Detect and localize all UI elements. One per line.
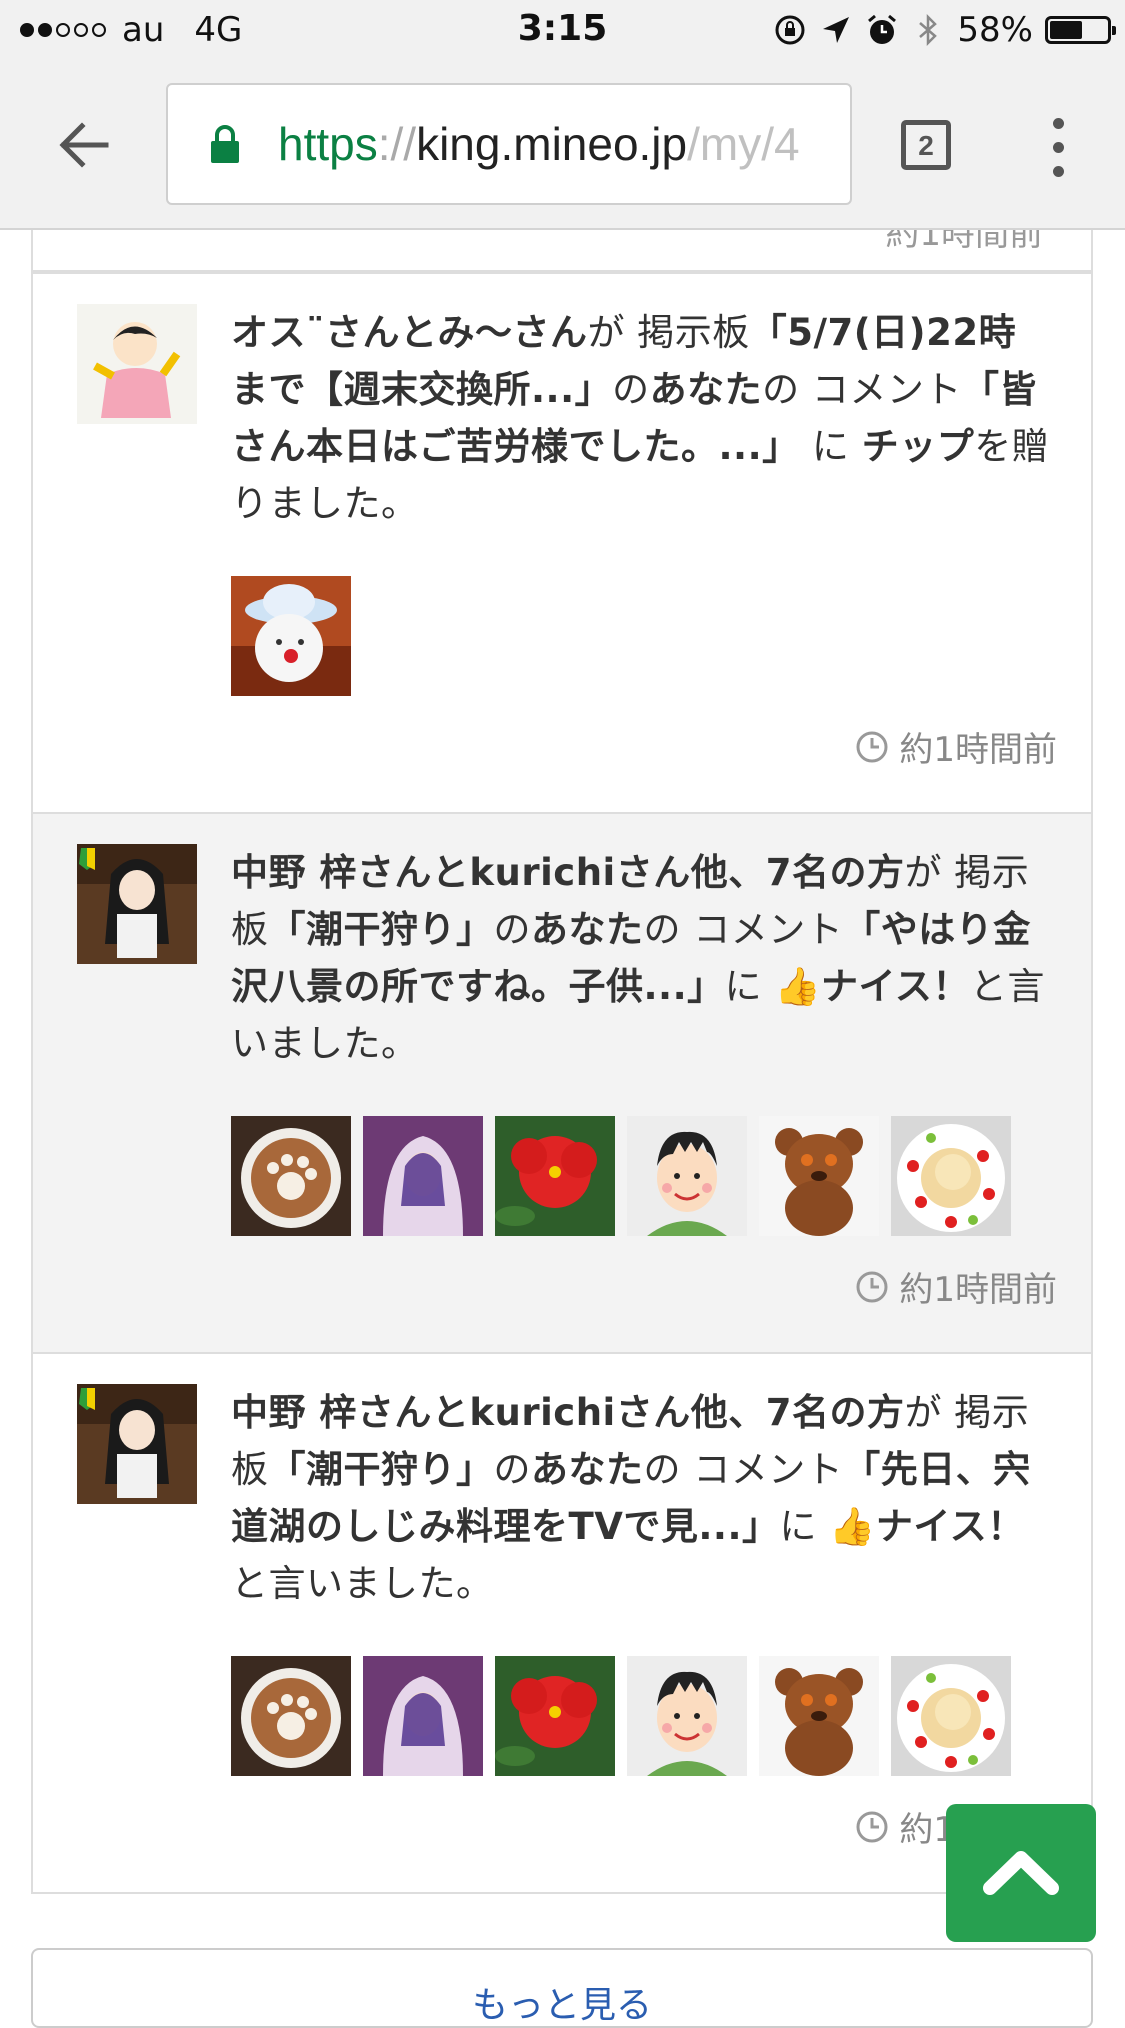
timestamp: 約1時間前 <box>231 1262 1057 1341</box>
message-segment: に <box>799 425 862 468</box>
rotation-lock-icon <box>775 15 805 45</box>
message-segment[interactable]: あなた <box>531 1448 644 1491</box>
message-segment: の <box>612 368 650 411</box>
notification-item: 中野 梓さんとkurichiさん他、7名の方が 掲示板「潮干狩り」のあなたの コ… <box>31 1354 1093 1894</box>
anime-girl-avatar-icon[interactable] <box>77 844 197 964</box>
message-segment[interactable]: あなた <box>650 368 763 411</box>
message-segment: の コメント <box>643 908 844 951</box>
notification-message[interactable]: 中野 梓さんとkurichiさん他、7名の方が 掲示板「潮干狩り」のあなたの コ… <box>231 1384 1051 1612</box>
clock-icon <box>856 1811 888 1842</box>
anime-girl-avatar-icon[interactable] <box>77 1384 197 1504</box>
tab-switcher-button[interactable]: 2 <box>901 120 951 170</box>
load-more-button[interactable]: もっと見る <box>31 1948 1093 2028</box>
lock-icon <box>211 125 239 163</box>
alarm-icon <box>868 14 897 44</box>
timestamp-label: 約1時間前 <box>899 1270 1057 1310</box>
browser-toolbar: https://king.mineo.jp/my/4 2 <box>0 62 1125 230</box>
url-scheme: https <box>278 118 378 170</box>
smiling-man-avatar-icon[interactable] <box>627 1656 747 1776</box>
pancake-avatar-icon[interactable] <box>891 1116 1011 1236</box>
hibiscus-avatar-icon[interactable] <box>495 1656 615 1776</box>
url-path: /my/4 <box>687 118 800 170</box>
notification-item: オス¨さんとみ〜さんが 掲示板「5/7(日)22時まで【週末交換所...」のあな… <box>31 272 1093 814</box>
message-segment: の コメント <box>762 368 962 411</box>
clock-icon <box>856 1271 888 1302</box>
timestamp: 約1時間前 <box>231 722 1057 801</box>
message-segment[interactable]: 中野 梓さんとkurichiさん他、7名の方 <box>231 851 904 894</box>
bluetooth-icon <box>919 13 938 47</box>
message-segment: と言いました。 <box>231 1562 494 1605</box>
message-segment: の コメント <box>643 1448 844 1491</box>
scroll-to-top-button[interactable] <box>946 1804 1096 1942</box>
latte-art-avatar-icon[interactable] <box>231 1116 351 1236</box>
message-segment: の <box>493 1448 531 1491</box>
message-segment: の <box>493 908 531 951</box>
notification-item: 中野 梓さんとkurichiさん他、7名の方が 掲示板「潮干狩り」のあなたの コ… <box>31 814 1093 1354</box>
notification-message[interactable]: 中野 梓さんとkurichiさん他、7名の方が 掲示板「潮干狩り」のあなたの コ… <box>231 844 1051 1072</box>
message-segment[interactable]: 中野 梓さんとkurichiさん他、7名の方 <box>231 1391 904 1434</box>
timestamp: 約1時間前 <box>231 1802 1057 1881</box>
thumbs-up-icon: 👍 <box>774 965 822 1008</box>
message-segment[interactable]: ナイス！ <box>821 965 970 1008</box>
notification-feed: 約1時間前 オス¨さんとみ〜さんが 掲示板「5/7(日)22時まで【週末交換所.… <box>31 230 1093 1894</box>
hibiscus-avatar-icon[interactable] <box>495 1116 615 1236</box>
message-segment[interactable]: ナイス！ <box>876 1505 1025 1548</box>
bear-avatar-icon[interactable] <box>759 1656 879 1776</box>
message-segment[interactable]: チップ <box>862 425 975 468</box>
previous-item-remnant: 約1時間前 <box>31 230 1093 272</box>
pancake-avatar-icon[interactable] <box>891 1656 1011 1776</box>
battery-icon <box>1045 16 1116 44</box>
bear-avatar-icon[interactable] <box>759 1116 879 1236</box>
thumbs-up-icon: 👍 <box>829 1505 876 1548</box>
message-segment[interactable]: 「潮干狩り」 <box>269 908 494 951</box>
message-segment[interactable]: 「潮干狩り」 <box>269 1448 494 1491</box>
hooded-girl-avatar-icon[interactable] <box>363 1656 483 1776</box>
location-arrow-icon <box>823 17 850 43</box>
hooded-girl-avatar-icon[interactable] <box>363 1116 483 1236</box>
message-segment: が 掲示板 <box>587 311 750 354</box>
message-segment: に <box>779 1505 830 1548</box>
reactor-avatars <box>231 1116 1051 1236</box>
message-segment[interactable]: オス¨さんとみ〜さん <box>231 311 588 354</box>
url-text: https://king.mineo.jp/my/4 <box>278 117 800 171</box>
snowman-avatar-icon[interactable] <box>231 576 351 696</box>
reactor-avatars <box>231 1656 1051 1776</box>
url-host: king.mineo.jp <box>416 118 688 170</box>
user-avatar-cartoon-icon[interactable] <box>77 304 197 424</box>
reactor-avatars <box>231 576 1051 696</box>
previous-timestamp: 約1時間前 <box>885 230 1043 254</box>
status-bar: au 4G 3:15 58% <box>0 0 1125 62</box>
smiling-man-avatar-icon[interactable] <box>627 1116 747 1236</box>
timestamp-label: 約1時間前 <box>899 730 1057 770</box>
notification-message[interactable]: オス¨さんとみ〜さんが 掲示板「5/7(日)22時まで【週末交換所...」のあな… <box>231 304 1051 532</box>
message-segment[interactable]: あなた <box>531 908 644 951</box>
overflow-menu-icon[interactable] <box>1048 118 1068 178</box>
latte-art-avatar-icon[interactable] <box>231 1656 351 1776</box>
clock-icon <box>856 731 888 762</box>
url-separator: :// <box>377 118 417 170</box>
back-arrow-icon[interactable] <box>54 115 114 175</box>
address-bar[interactable]: https://king.mineo.jp/my/4 <box>166 83 852 205</box>
battery-percent: 58% <box>957 10 1033 50</box>
chevron-up-icon <box>983 1851 1059 1895</box>
message-segment: に <box>724 965 775 1008</box>
